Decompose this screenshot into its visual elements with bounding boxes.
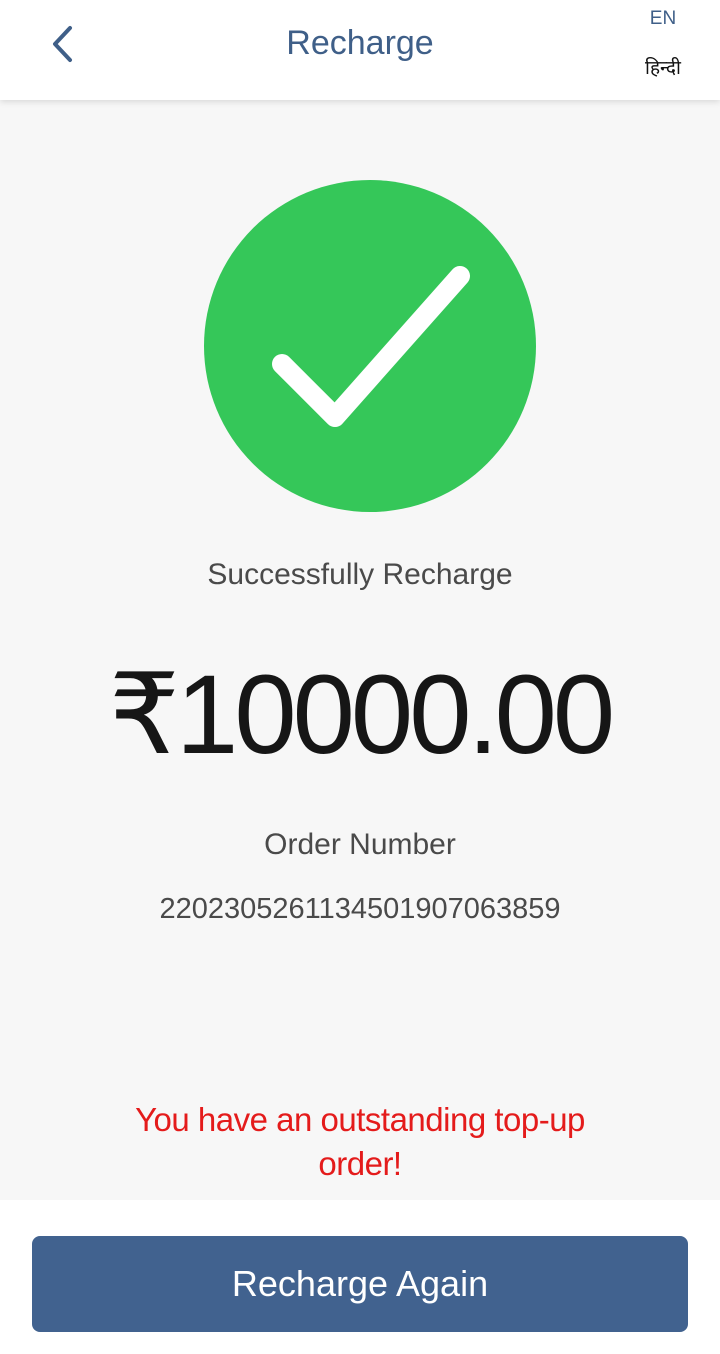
language-english-option[interactable]: EN xyxy=(640,8,686,30)
recharge-again-button[interactable]: Recharge Again xyxy=(32,1236,688,1332)
chevron-left-icon xyxy=(53,26,72,62)
app-header: Recharge EN हिन्दी xyxy=(0,0,720,100)
success-check-icon xyxy=(204,180,536,512)
recharge-amount: ₹10000.00 xyxy=(108,652,615,777)
page-title: Recharge xyxy=(286,24,434,62)
language-hindi-option[interactable]: हिन्दी xyxy=(638,54,688,80)
order-number-label: Order Number xyxy=(264,828,456,861)
outstanding-order-warning: You have an outstanding top-up order! xyxy=(135,1101,585,1182)
order-number-value: 2202305261134501907063859 xyxy=(159,893,561,925)
success-message: Successfully Recharge xyxy=(207,558,513,591)
back-button[interactable] xyxy=(40,22,84,66)
